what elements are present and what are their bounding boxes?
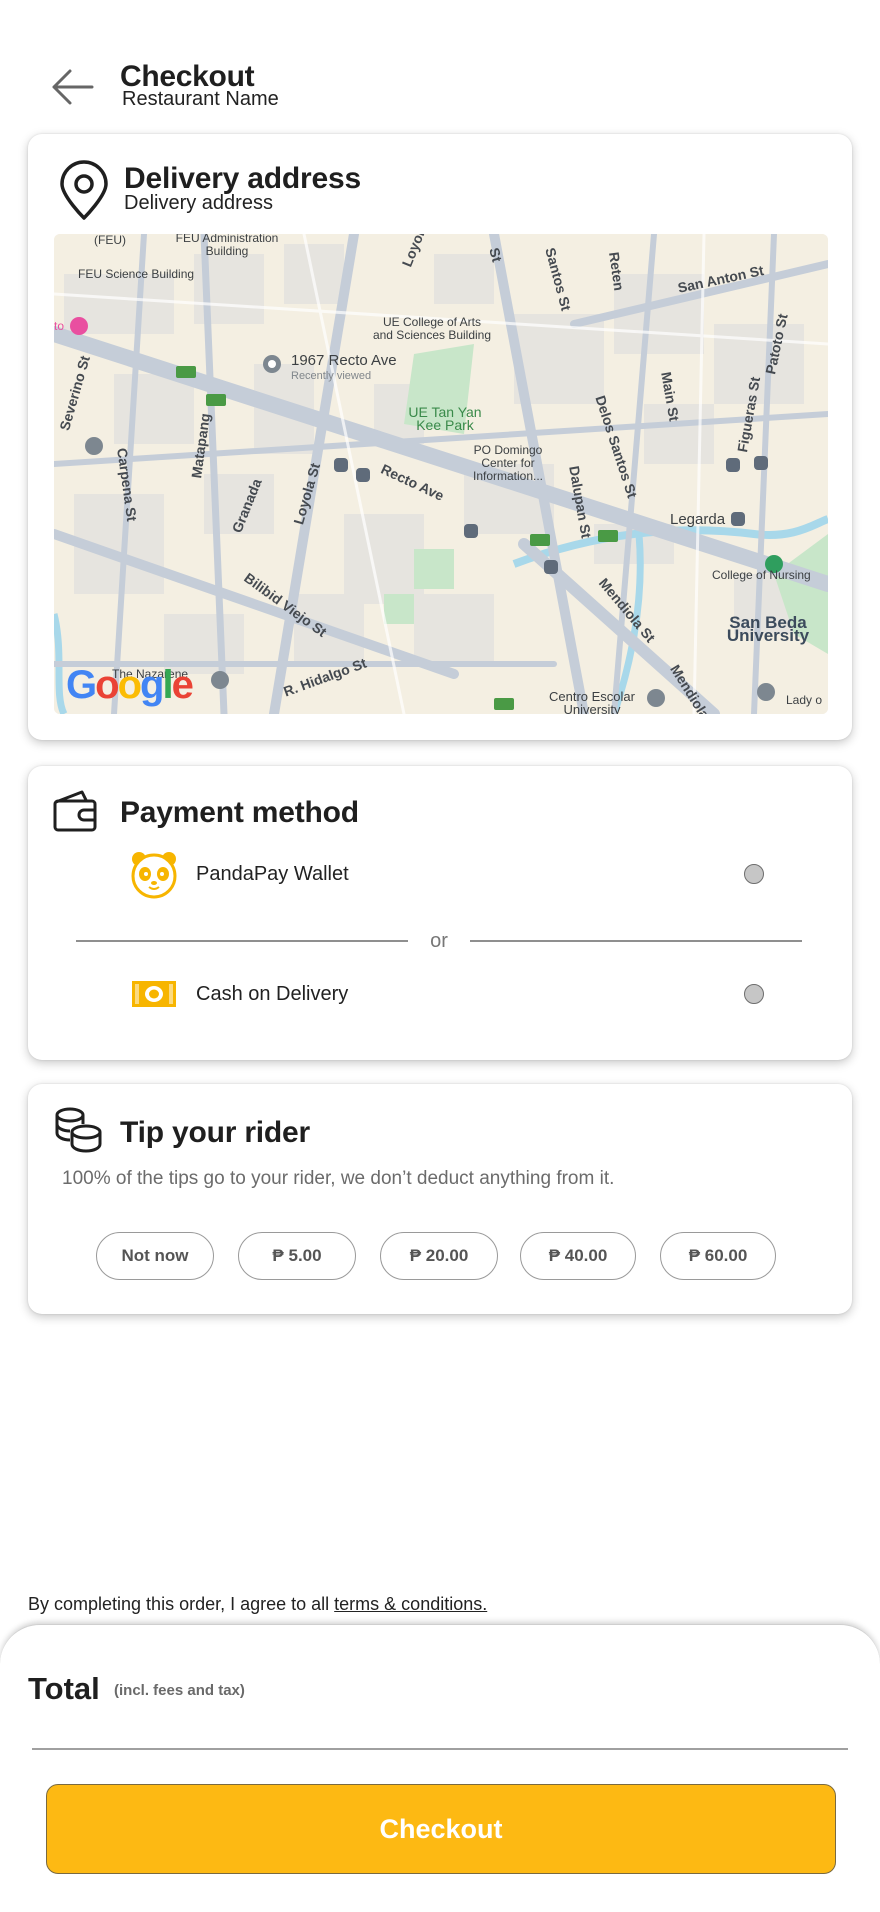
map-place: 1967 Recto Ave [291, 352, 397, 369]
terms-prefix: By completing this order, I agree to all [28, 1594, 335, 1614]
header: Checkout Restaurant Name [0, 0, 880, 130]
payment-option-pandapay[interactable]: PandaPay Wallet [128, 846, 768, 902]
tip-title: Tip your rider [120, 1116, 311, 1149]
tip-description: 100% of the tips go to your rider, we do… [62, 1168, 615, 1189]
arrow-left-icon [52, 69, 94, 105]
or-label: or [430, 929, 448, 952]
divider-line [76, 940, 409, 942]
google-logo: Google [66, 663, 194, 707]
tip-option-not-now[interactable]: Not now [96, 1232, 214, 1280]
terms-link[interactable]: terms & conditions. [334, 1594, 487, 1614]
map-place: UE Tan Yan Kee Park [408, 404, 482, 433]
cash-radio[interactable] [744, 984, 764, 1004]
delivery-map[interactable]: (FEU) FEU Administration Building FEU Sc… [54, 234, 828, 714]
tip-option-40[interactable]: ₱ 40.00 [520, 1232, 636, 1280]
map-place: FEU Administration Building [175, 234, 279, 258]
payment-method-card: Payment method PandaPay Wallet or Cash o… [28, 766, 852, 1060]
map-place: College of Nursing [712, 568, 811, 582]
delivery-subtitle: Delivery address [124, 192, 273, 214]
order-summary-sheet: Total (incl. fees and tax) Checkout [0, 1624, 880, 1912]
cash-icon [128, 968, 180, 1020]
map-place: San Beda University [726, 613, 810, 645]
total-note: (incl. fees and tax) [114, 1682, 245, 1699]
map-place: Legarda [670, 511, 726, 528]
payment-option-cash[interactable]: Cash on Delivery [128, 966, 768, 1022]
total-label: Total [28, 1671, 100, 1706]
map-place: Recently viewed [291, 370, 372, 382]
checkout-button[interactable]: Checkout [46, 1784, 836, 1874]
restaurant-name: Restaurant Name [122, 88, 279, 110]
tip-option-60[interactable]: ₱ 60.00 [660, 1232, 776, 1280]
map-place: FEU Science Building [78, 267, 195, 281]
terms-text: By completing this order, I agree to all… [28, 1594, 487, 1615]
total-divider [32, 1748, 848, 1750]
delivery-address-card: Delivery address Delivery address (FEU) … [28, 134, 852, 740]
coins-icon [55, 1107, 102, 1153]
map-place: Centro Escolar University [549, 689, 635, 714]
panda-icon [128, 848, 180, 900]
delivery-title: Delivery address [124, 162, 361, 195]
payment-title: Payment method [120, 796, 359, 829]
map-place: UE College of Arts and Sciences Building [372, 315, 492, 342]
or-divider: or [76, 926, 803, 956]
map-place: PO Domingo Center for Information... [472, 443, 544, 483]
tip-option-20[interactable]: ₱ 20.00 [380, 1232, 498, 1280]
tip-rider-card: Tip your rider 100% of the tips go to yo… [28, 1084, 852, 1314]
back-button[interactable] [44, 62, 100, 112]
map-place: to [54, 319, 65, 333]
payment-option-label: Cash on Delivery [196, 982, 349, 1005]
wallet-icon [53, 790, 97, 832]
payment-option-label: PandaPay Wallet [196, 862, 349, 885]
pandapay-radio[interactable] [744, 864, 764, 884]
map-place: (FEU) [94, 234, 126, 247]
map-place: Lady o [786, 693, 823, 707]
map-background [54, 234, 828, 714]
location-pin-icon [60, 160, 108, 220]
tip-option-5[interactable]: ₱ 5.00 [238, 1232, 356, 1280]
divider-line [469, 940, 803, 942]
